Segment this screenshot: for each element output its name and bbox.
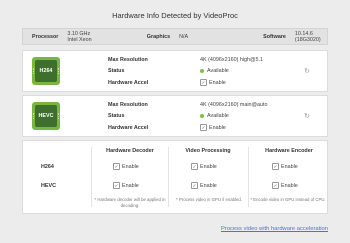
h264-chip-icon: H264 (32, 57, 60, 85)
graphics-label: Graphics (146, 33, 171, 40)
refresh-icon[interactable]: ↻ (304, 112, 310, 120)
column-header-encoder: Hardware Encoder (265, 148, 313, 154)
system-info-bar: Processor 3.10 GHz Intel Xeon Graphics N… (22, 28, 328, 45)
column-header-decoder: Hardware Decoder (106, 148, 154, 154)
hevc-decoder-enable[interactable]: ✓ Enable (113, 182, 139, 189)
hevc-codec-card: HEVC Max Resolution 4K (4096x2160) main@a… (22, 95, 328, 137)
hevc-chip-icon: HEVC (32, 102, 60, 130)
software-label: Software (263, 33, 286, 40)
encoder-note: * Encode video in GPU instead of CPU. (250, 197, 326, 202)
page-title: Hardware Info Detected by VideoProc (112, 11, 238, 20)
hardware-accel-value: Enable (209, 79, 226, 86)
software-value: 10.14.6 (18G3020) (294, 30, 321, 43)
processing-note: * Process video in GPU if enabled. (176, 197, 242, 202)
h264-codec-card: H264 Max Resolution 4K (4096x2160) high@5… (22, 50, 328, 92)
max-resolution-label: Max Resolution (108, 57, 148, 63)
hardware-accel-value: Enable (209, 124, 226, 131)
row-label-h264: H264 (41, 164, 54, 170)
status-label: Status (108, 113, 125, 119)
chip-label: H264 (39, 68, 53, 74)
capability-matrix: Hardware Decoder Video Processing Hardwa… (22, 140, 328, 214)
max-resolution-value: 4K (4096x2160) main@auto (200, 102, 268, 108)
hevc-processing-enable[interactable]: ✓ Enable (191, 182, 217, 189)
processor-value: 3.10 GHz Intel Xeon (67, 30, 92, 43)
graphics-value: N/A (179, 33, 189, 40)
chip-label: HEVC (38, 113, 54, 119)
hardware-accel-checkbox[interactable]: ✓ (200, 79, 207, 86)
hardware-acceleration-link[interactable]: Process video with hardware acceleration (221, 226, 328, 232)
hardware-accel-label: Hardware Accel (108, 79, 149, 86)
status-value: Available (207, 113, 229, 119)
row-label-hevc: HEVC (41, 183, 56, 189)
status-label: Status (108, 68, 125, 74)
processor-label: Processor (32, 33, 59, 40)
max-resolution-value: 4K (4096x2160) high@5.1 (200, 57, 264, 63)
h264-processing-enable[interactable]: ✓ Enable (191, 163, 217, 170)
status-value: Available (207, 68, 229, 74)
hevc-encoder-enable[interactable]: ✓ Enable (272, 182, 298, 189)
hardware-accel-label: Hardware Accel (108, 124, 149, 131)
status-dot-icon (200, 113, 204, 118)
refresh-icon[interactable]: ↻ (304, 67, 310, 75)
max-resolution-label: Max Resolution (108, 102, 148, 108)
status-dot-icon (200, 68, 204, 73)
column-header-processing: Video Processing (185, 148, 231, 154)
h264-encoder-enable[interactable]: ✓ Enable (272, 163, 298, 170)
decoder-note: * Hardware decoder will be applied in de… (94, 197, 166, 208)
hardware-accel-checkbox[interactable]: ✓ (200, 124, 207, 131)
h264-decoder-enable[interactable]: ✓ Enable (113, 163, 139, 170)
